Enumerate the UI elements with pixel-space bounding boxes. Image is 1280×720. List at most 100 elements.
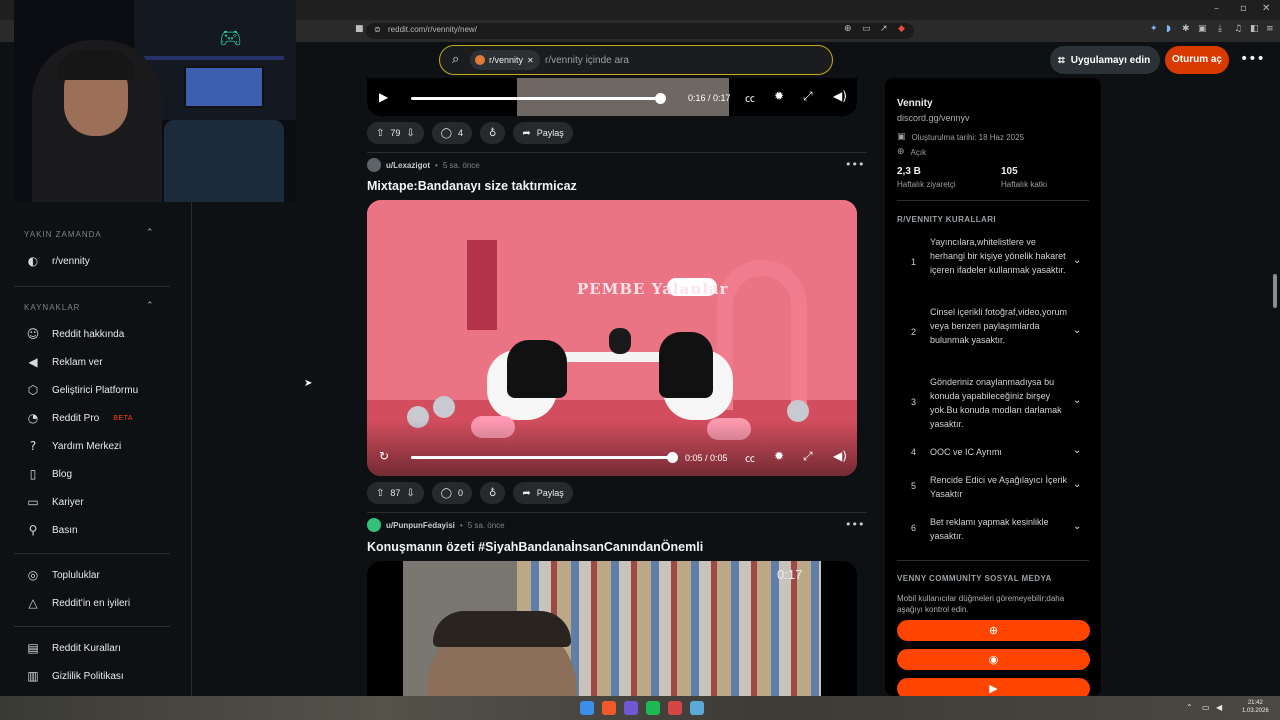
- scrollbar-thumb[interactable]: [1273, 274, 1277, 308]
- social-button-discord[interactable]: ◉: [897, 649, 1090, 670]
- rule-item[interactable]: 2 Cinsel içerikli fotoğraf,video,yorum v…: [897, 305, 1089, 363]
- post3-video-player[interactable]: 0:17: [367, 561, 857, 696]
- post3-title[interactable]: Konuşmanın özeti #SiyahBandanaİnsanCanın…: [367, 540, 703, 554]
- post2-video-player[interactable]: PEMBE Yalanlar ↻ 0:05 / 0:05 ㏄ ✹ ⤢ ◀): [367, 200, 857, 476]
- user-avatar[interactable]: [367, 518, 381, 532]
- post1-progress-knob[interactable]: [655, 93, 666, 104]
- fullscreen-icon[interactable]: ⤢: [803, 449, 813, 464]
- chevron-down-icon[interactable]: ⌄: [1073, 395, 1081, 406]
- sidebar-toggle-icon[interactable]: ◧: [1250, 24, 1259, 34]
- start-icon[interactable]: [580, 701, 594, 715]
- taskbar-clock[interactable]: 21:42 1.03.2026: [1242, 699, 1269, 715]
- bookmark-icon[interactable]: ■: [355, 24, 364, 34]
- sidebar-item-about[interactable]: ☺ Reddit hakkında: [24, 327, 125, 341]
- post2-more-icon[interactable]: •••: [845, 158, 864, 171]
- close-icon[interactable]: ✕: [1262, 3, 1270, 14]
- user-avatar[interactable]: [367, 158, 381, 172]
- social-button-globe[interactable]: ⊕: [897, 620, 1090, 641]
- search-bar[interactable]: ⌕ r/vennity ✕ r/vennity içinde ara: [439, 45, 833, 75]
- menu-icon[interactable]: ≡: [1266, 24, 1274, 34]
- app-icon[interactable]: [690, 701, 704, 715]
- rule-item[interactable]: 6 Bet reklamı yapmak kesinlikle yasaktır…: [897, 515, 1089, 545]
- post3-more-icon[interactable]: •••: [845, 518, 864, 531]
- volume-icon[interactable]: ◀): [833, 89, 847, 103]
- network-icon[interactable]: ▭: [1202, 703, 1210, 712]
- post1-share-button[interactable]: ➦ Paylaş: [513, 122, 573, 144]
- login-button[interactable]: Oturum aç: [1165, 46, 1229, 74]
- wifi-icon[interactable]: ◗: [1166, 24, 1171, 34]
- post2-progress-knob[interactable]: [667, 452, 678, 463]
- captions-icon[interactable]: ㏄: [745, 450, 755, 465]
- downvote-icon[interactable]: ⇩: [406, 488, 414, 499]
- chip-close-icon[interactable]: ✕: [527, 56, 534, 65]
- maximize-icon[interactable]: ▫: [1240, 3, 1247, 14]
- community-link[interactable]: discord.gg/vennyv: [897, 113, 970, 123]
- settings-icon[interactable]: ✹: [774, 449, 784, 463]
- music-icon[interactable]: ♫: [1234, 24, 1242, 34]
- upvote-icon[interactable]: ⇧: [376, 488, 384, 499]
- rule-item[interactable]: 3 Gönderiniz onaylanmadıysa bu konuda ya…: [897, 375, 1089, 433]
- post2-share-button[interactable]: ➦ Paylaş: [513, 482, 573, 504]
- post2-title[interactable]: Mixtape:Bandanayı size taktırmicaz: [367, 179, 577, 193]
- post3-user[interactable]: u/PunpunFedayisi: [386, 521, 455, 530]
- address-bar[interactable]: ⊜ reddit.com/r/vennity/new/: [366, 23, 914, 39]
- sidebar-item-vennity[interactable]: ◐ r/vennity: [24, 254, 90, 268]
- post2-user[interactable]: u/Lexazigot: [386, 161, 430, 170]
- brave-icon[interactable]: [602, 701, 616, 715]
- site-info-icon[interactable]: ⊜: [374, 25, 381, 34]
- post1-vote-bar[interactable]: ⇧ 79 ⇩: [367, 122, 424, 144]
- screen-icon[interactable]: ▭: [862, 24, 871, 34]
- chevron-down-icon[interactable]: ⌄: [1073, 255, 1081, 266]
- captions-icon[interactable]: ㏄: [745, 90, 755, 105]
- upvote-icon[interactable]: ⇧: [376, 128, 384, 139]
- chevron-up-icon[interactable]: ⌃: [146, 301, 154, 311]
- replay-icon[interactable]: ↻: [379, 449, 389, 463]
- sidebar-item-advertise[interactable]: ◀ Reklam ver: [24, 355, 102, 369]
- post1-comments-button[interactable]: ◯ 4: [431, 122, 473, 144]
- post1-video-player[interactable]: ▶ 0:16 / 0:17 ㏄ ✹ ⤢ ◀): [367, 78, 857, 116]
- sidebar-item-communities[interactable]: ◎ Topluluklar: [24, 568, 100, 582]
- social-button-youtube[interactable]: ▶: [897, 678, 1090, 696]
- settings-icon[interactable]: ✹: [774, 89, 784, 103]
- download-icon[interactable]: ⤓: [1218, 24, 1222, 34]
- post2-vote-bar[interactable]: ⇧ 87 ⇩: [367, 482, 424, 504]
- volume-icon[interactable]: ◀: [1216, 703, 1222, 712]
- post2-comments-button[interactable]: ◯ 0: [431, 482, 473, 504]
- tray-chevron-icon[interactable]: ⌃: [1186, 703, 1193, 712]
- sidebar-item-developer-platform[interactable]: ⬡ Geliştirici Platformu: [24, 383, 138, 397]
- search-placeholder[interactable]: r/vennity içinde ara: [545, 55, 629, 66]
- chevron-down-icon[interactable]: ⌄: [1073, 445, 1081, 456]
- puzzle-icon[interactable]: ✱: [1182, 24, 1190, 34]
- get-app-button[interactable]: ⌗ Uygulamayı edin: [1050, 46, 1161, 74]
- fullscreen-icon[interactable]: ⤢: [803, 89, 813, 104]
- spotify-icon[interactable]: [646, 701, 660, 715]
- minimize-icon[interactable]: –: [1214, 3, 1219, 14]
- zoom-icon[interactable]: ⊕: [844, 24, 852, 34]
- chevron-down-icon[interactable]: ⌄: [1073, 479, 1081, 490]
- chevron-up-icon[interactable]: ⌃: [146, 228, 154, 238]
- rule-item[interactable]: 4 OOC ve IC Ayrımı ⌄: [897, 445, 1089, 465]
- post2-progress-track[interactable]: [411, 456, 673, 459]
- sidebar-item-rules[interactable]: ▤ Reddit Kuralları: [24, 641, 121, 655]
- post1-progress-track[interactable]: [411, 97, 661, 100]
- chevron-down-icon[interactable]: ⌄: [1073, 521, 1081, 532]
- extension-icon[interactable]: ✦: [1150, 24, 1158, 34]
- rule-item[interactable]: 5 Rencide Edici ve Aşağılayıcı İçerik Ya…: [897, 473, 1089, 503]
- wallet-icon[interactable]: ▣: [1198, 24, 1207, 34]
- post2-award-button[interactable]: ♁: [480, 482, 506, 504]
- downvote-icon[interactable]: ⇩: [406, 128, 414, 139]
- sidebar-item-careers[interactable]: ▭ Kariyer: [24, 495, 83, 509]
- sidebar-item-privacy[interactable]: ▥ Gizlilik Politikası: [24, 669, 123, 683]
- sidebar-item-blog[interactable]: ▯ Blog: [24, 467, 72, 481]
- rule-item[interactable]: 1 Yayıncılara,whitelistlere ve herhangi …: [897, 235, 1089, 293]
- search-community-chip[interactable]: r/vennity ✕: [470, 50, 540, 70]
- volume-icon[interactable]: ◀): [833, 449, 847, 463]
- play-icon[interactable]: ▶: [379, 90, 388, 104]
- sidebar-item-press[interactable]: ⚲ Basın: [24, 523, 78, 537]
- sidebar-item-reddit-pro[interactable]: ◔ Reddit Pro BETA: [24, 411, 133, 425]
- app-icon[interactable]: [668, 701, 682, 715]
- more-options-icon[interactable]: •••: [1240, 51, 1265, 67]
- post1-award-button[interactable]: ♁: [480, 122, 506, 144]
- shield-icon[interactable]: ◆: [898, 24, 905, 34]
- sidebar-item-help-center[interactable]: ? Yardım Merkezi: [24, 439, 121, 453]
